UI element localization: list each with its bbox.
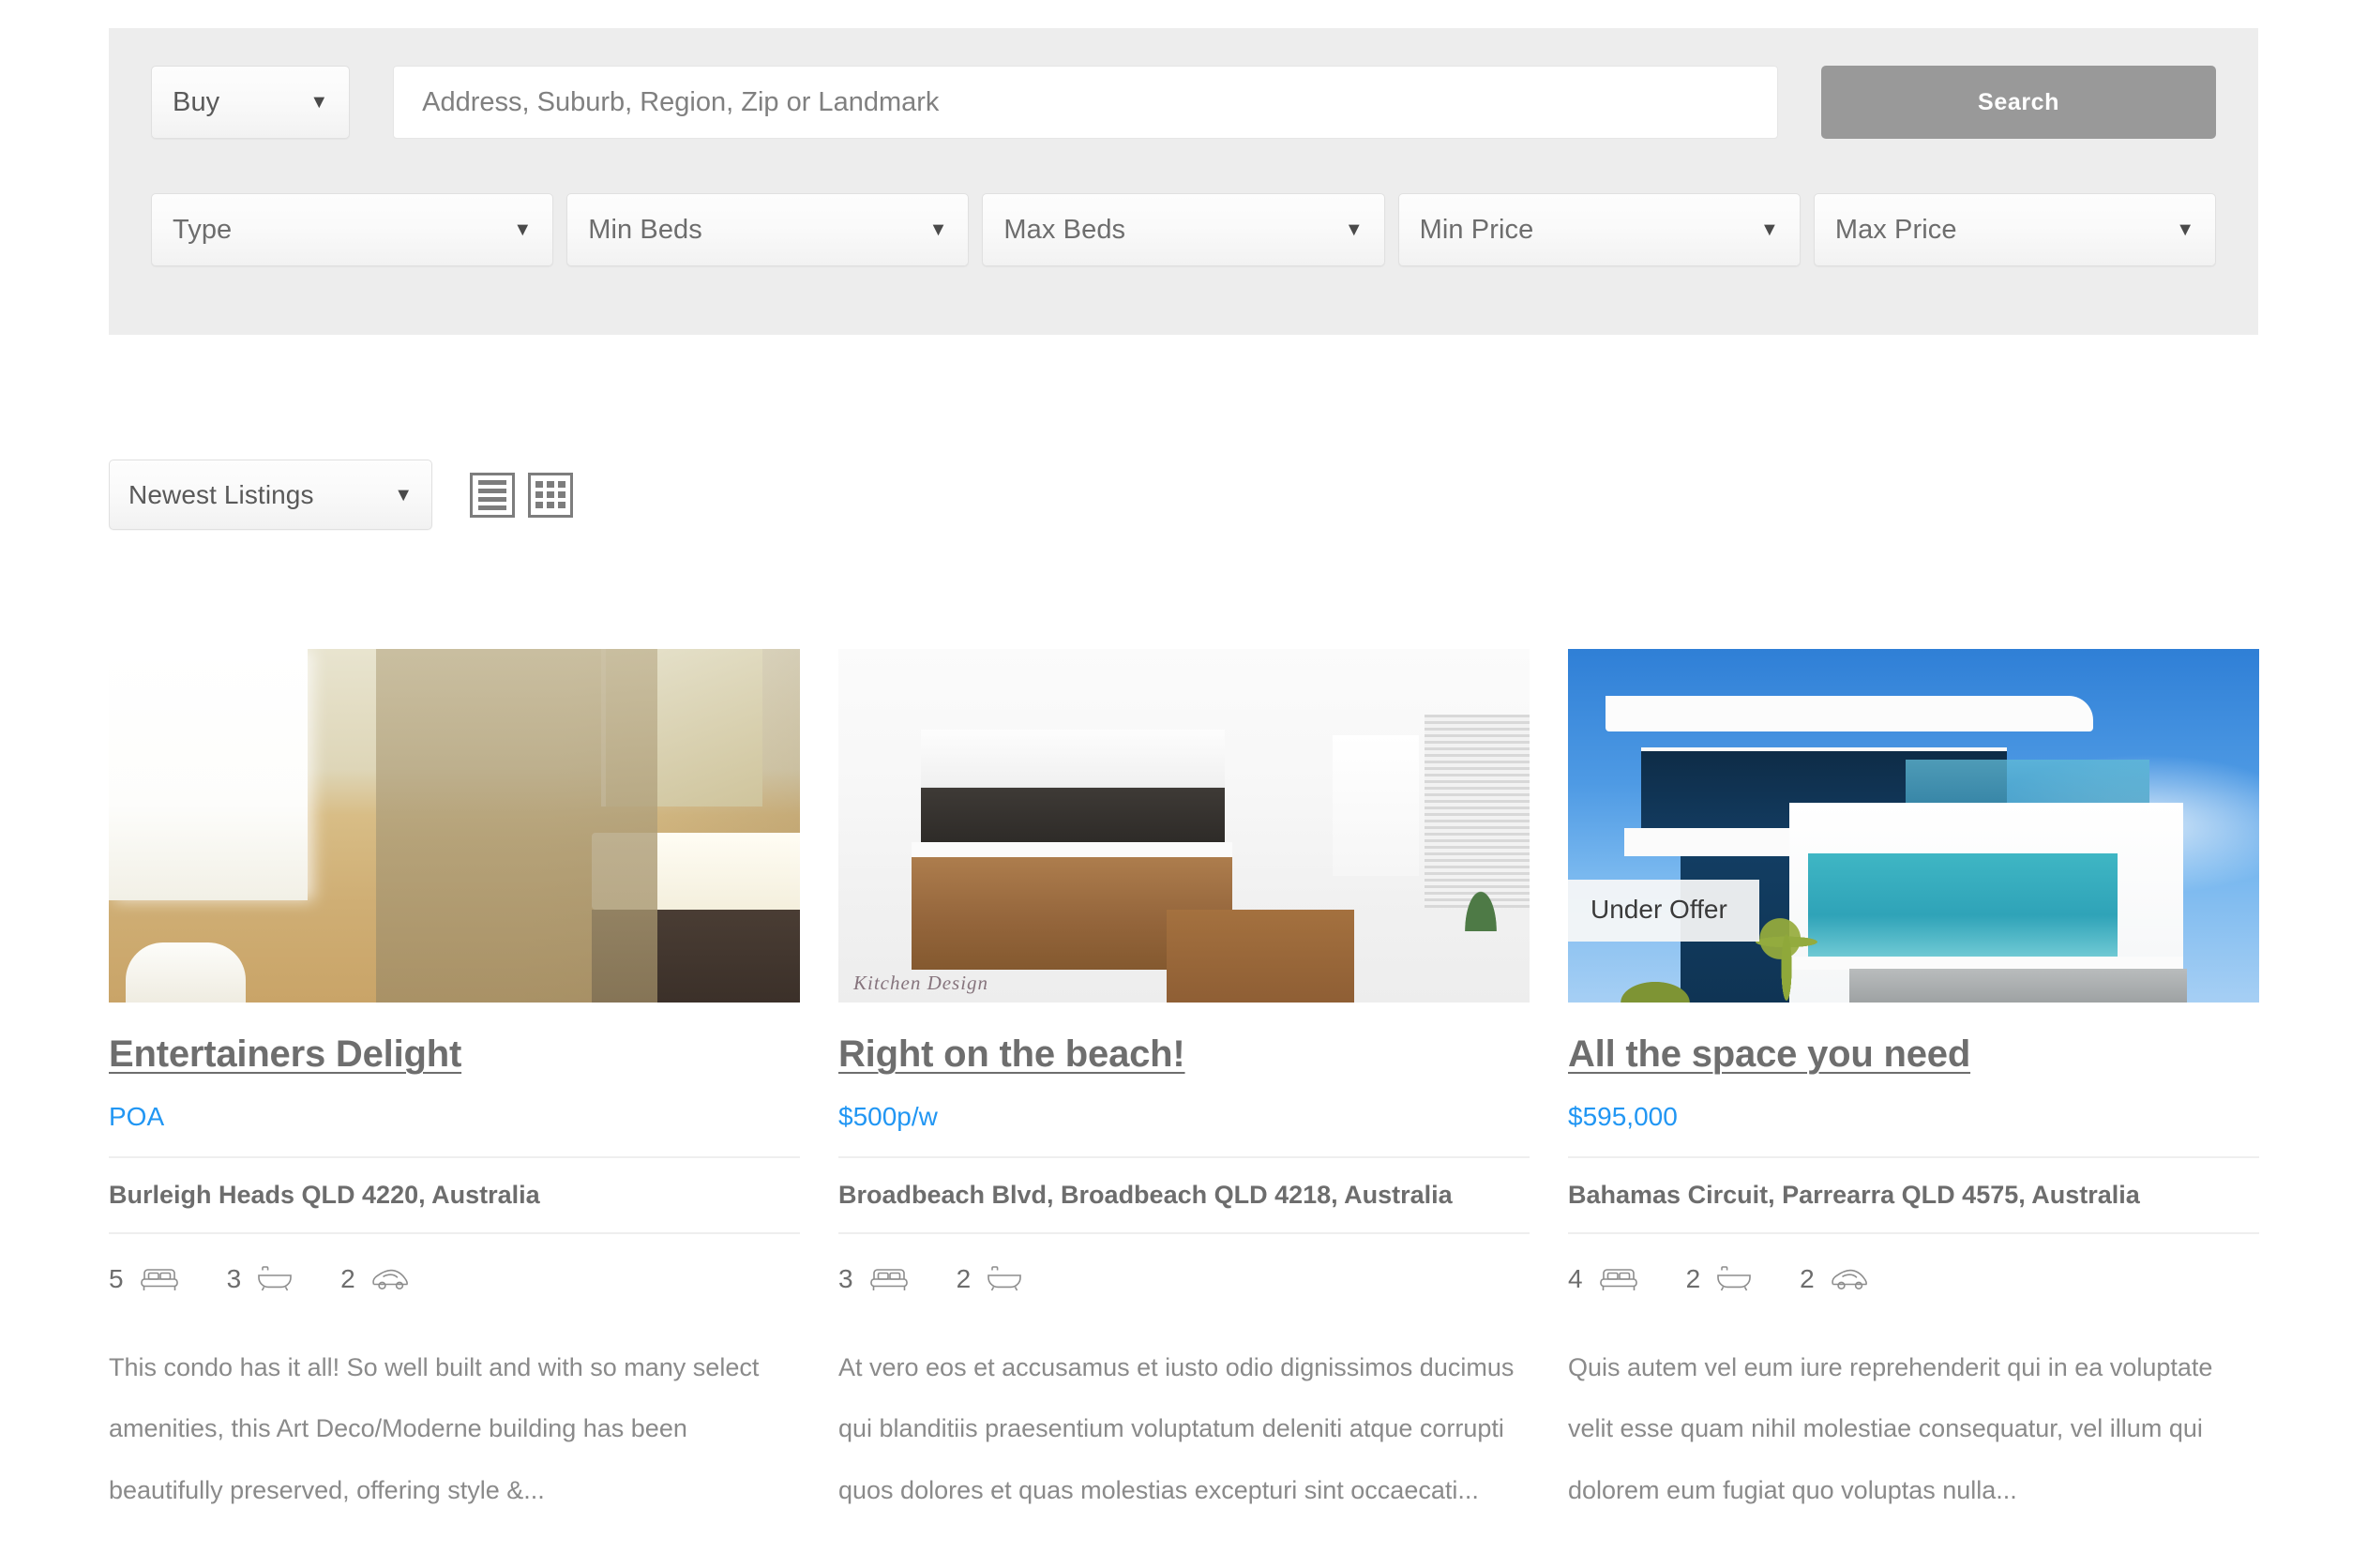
status-badge: Under Offer xyxy=(1568,880,1759,942)
bedrooms-count: 4 xyxy=(1568,1264,1583,1293)
listing-price[interactable]: $500p/w xyxy=(838,1102,1530,1132)
filter-min-price-select[interactable]: Min Price ▼ xyxy=(1397,193,1801,266)
grid-view-icon[interactable] xyxy=(528,472,573,518)
filter-max-price-label: Max Price xyxy=(1834,214,1957,245)
listing-address: Burleigh Heads QLD 4220, Australia xyxy=(109,1156,800,1234)
bathrooms-count: 2 xyxy=(1685,1264,1701,1293)
filter-min-beds-label: Min Beds xyxy=(588,214,702,245)
feature-bathrooms: 2 xyxy=(1686,1264,1754,1294)
sort-select[interactable]: Newest Listings ▼ xyxy=(109,460,432,530)
filter-max-beds-select[interactable]: Max Beds ▼ xyxy=(982,193,1385,266)
filter-type-select[interactable]: Type ▼ xyxy=(151,193,554,266)
search-input[interactable] xyxy=(393,66,1779,139)
bathrooms-count: 2 xyxy=(956,1264,972,1293)
bed-icon xyxy=(868,1265,910,1293)
chevron-down-icon: ▼ xyxy=(1344,219,1364,240)
search-primary-row: Buy ▼ Search xyxy=(151,66,2216,139)
chevron-down-icon: ▼ xyxy=(394,484,413,505)
bed-icon xyxy=(1598,1265,1639,1293)
feature-bedrooms: 3 xyxy=(838,1264,910,1294)
search-panel: Buy ▼ Search Type ▼ Min Beds ▼ Max Beds … xyxy=(109,28,2258,335)
listing-title[interactable]: All the space you need xyxy=(1568,1033,1970,1076)
chevron-down-icon: ▼ xyxy=(928,219,948,240)
listing-title[interactable]: Entertainers Delight xyxy=(109,1033,461,1076)
listing-price[interactable]: $595,000 xyxy=(1568,1102,2259,1132)
search-button[interactable]: Search xyxy=(1821,66,2216,139)
listing-address: Bahamas Circuit, Parrearra QLD 4575, Aus… xyxy=(1568,1156,2259,1234)
listing-title[interactable]: Right on the beach! xyxy=(838,1033,1185,1076)
search-filters-row: Type ▼ Min Beds ▼ Max Beds ▼ Min Price ▼… xyxy=(151,193,2217,266)
photo-watermark: Kitchen Design xyxy=(853,972,989,994)
chevron-down-icon: ▼ xyxy=(1760,219,1779,240)
car-icon xyxy=(1830,1266,1871,1292)
bedrooms-count: 5 xyxy=(109,1264,124,1293)
chevron-down-icon: ▼ xyxy=(513,219,533,240)
feature-bathrooms: 2 xyxy=(957,1264,1024,1294)
listing-grid: Entertainers Delight POA Burleigh Heads … xyxy=(109,649,2259,1521)
sort-label: Newest Listings xyxy=(128,479,314,509)
view-toggle-group xyxy=(470,472,573,518)
chevron-down-icon: ▼ xyxy=(309,92,329,113)
listing-price[interactable]: POA xyxy=(109,1102,800,1132)
listing-features: 5 3 2 xyxy=(109,1259,800,1300)
listing-card[interactable]: Entertainers Delight POA Burleigh Heads … xyxy=(109,649,800,1521)
bathroom-photo[interactable] xyxy=(109,649,800,1003)
listing-description: Quis autem vel eum iure reprehenderit qu… xyxy=(1568,1353,2213,1504)
listing-features: 3 2 xyxy=(838,1259,1530,1300)
bathrooms-count: 3 xyxy=(226,1264,242,1293)
listing-type-label: Buy xyxy=(173,86,220,117)
bedrooms-count: 3 xyxy=(838,1264,853,1293)
car-icon xyxy=(370,1266,412,1292)
parking-count: 2 xyxy=(340,1264,355,1293)
listing-card[interactable]: Kitchen Design Right on the beach! $500p… xyxy=(838,649,1530,1521)
parking-count: 2 xyxy=(1800,1264,1815,1293)
bath-icon xyxy=(986,1265,1023,1293)
feature-parking: 2 xyxy=(1800,1264,1871,1294)
listing-description: This condo has it all! So well built and… xyxy=(109,1353,760,1504)
listing-description: At vero eos et accusamus et iusto odio d… xyxy=(838,1353,1515,1504)
feature-parking: 2 xyxy=(340,1264,412,1294)
feature-bedrooms: 5 xyxy=(109,1264,180,1294)
listing-address: Broadbeach Blvd, Broadbeach QLD 4218, Au… xyxy=(838,1156,1530,1234)
filter-min-price-label: Min Price xyxy=(1419,214,1534,245)
chevron-down-icon: ▼ xyxy=(2176,219,2195,240)
bed-icon xyxy=(139,1265,180,1293)
house-photo[interactable]: Under Offer xyxy=(1568,649,2259,1003)
bath-icon xyxy=(1715,1265,1753,1293)
listing-features: 4 2 2 xyxy=(1568,1259,2259,1300)
filter-max-beds-label: Max Beds xyxy=(1003,214,1126,245)
listing-type-select[interactable]: Buy ▼ xyxy=(151,66,351,139)
kitchen-photo[interactable]: Kitchen Design xyxy=(838,649,1530,1003)
filter-type-label: Type xyxy=(173,214,233,245)
bath-icon xyxy=(256,1265,294,1293)
results-toolbar: Newest Listings ▼ xyxy=(109,460,573,530)
list-view-icon[interactable] xyxy=(470,472,515,518)
feature-bedrooms: 4 xyxy=(1568,1264,1639,1294)
listing-card[interactable]: Under Offer All the space you need $595,… xyxy=(1568,649,2259,1521)
filter-min-beds-select[interactable]: Min Beds ▼ xyxy=(566,193,970,266)
feature-bathrooms: 3 xyxy=(227,1264,294,1294)
filter-max-price-select[interactable]: Max Price ▼ xyxy=(1813,193,2217,266)
